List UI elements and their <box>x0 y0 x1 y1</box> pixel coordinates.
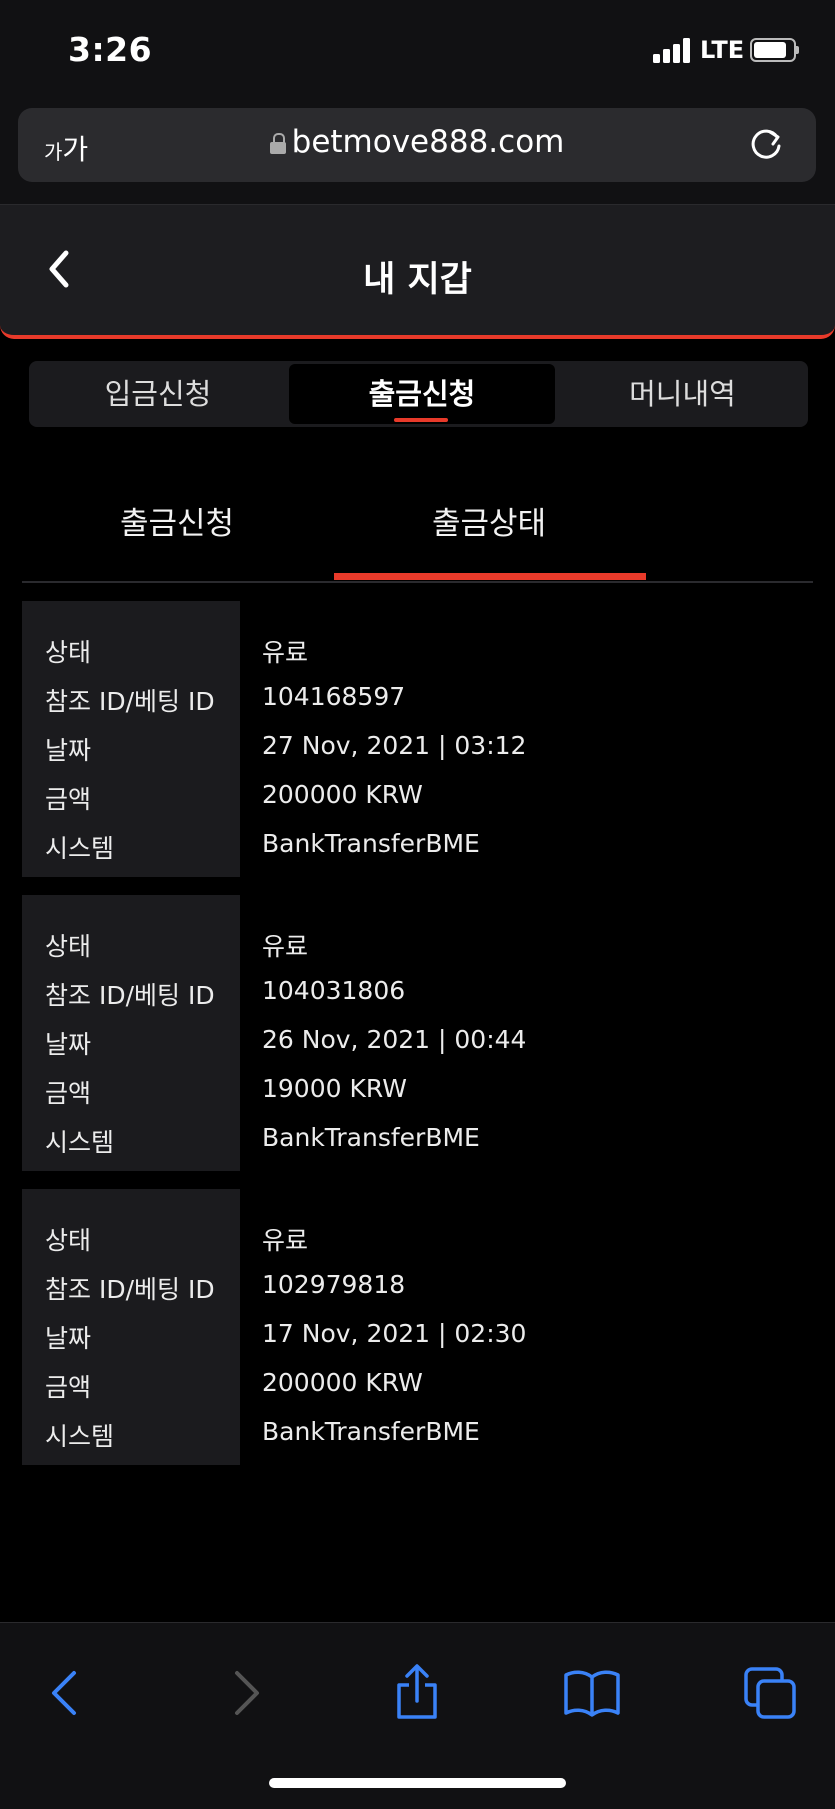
date-label: 날짜 <box>45 1030 92 1059</box>
reload-icon[interactable] <box>746 124 786 164</box>
status-label: 상태 <box>45 638 92 667</box>
status-time: 3:26 <box>68 30 153 69</box>
date-label: 날짜 <box>45 1324 92 1353</box>
ref-id-value: 104031806 <box>262 976 406 1005</box>
page-title: 내 지갑 <box>363 260 472 300</box>
withdrawal-record: 상태 유료 참조 ID/베팅 ID 104031806 날짜 26 Nov, 2… <box>22 895 813 1171</box>
system-value: BankTransferBME <box>262 1417 480 1446</box>
bookmarks-icon[interactable] <box>562 1663 622 1723</box>
ref-id-label: 참조 ID/베팅 ID <box>45 981 215 1010</box>
system-value: BankTransferBME <box>262 829 480 858</box>
subtab-active-indicator <box>334 573 646 580</box>
subtab-withdraw-status[interactable]: 출금상태 <box>432 498 546 543</box>
system-label: 시스템 <box>45 834 115 863</box>
app-header: 내 지갑 <box>0 205 835 339</box>
system-label: 시스템 <box>45 1128 115 1157</box>
amount-value: 200000 KRW <box>262 1368 423 1397</box>
nav-back-icon[interactable] <box>36 1663 96 1723</box>
wallet-tabs: 입금신청 출금신청 머니내역 <box>29 361 808 427</box>
amount-value: 19000 KRW <box>262 1074 407 1103</box>
date-value: 17 Nov, 2021 | 02:30 <box>262 1319 527 1348</box>
ref-id-label: 참조 ID/베팅 ID <box>45 687 215 716</box>
date-value: 27 Nov, 2021 | 03:12 <box>262 731 527 760</box>
url-display[interactable]: betmove888.com <box>18 124 816 160</box>
address-bar[interactable]: 가가 betmove888.com <box>18 108 816 182</box>
network-label: LTE <box>700 36 745 64</box>
date-value: 26 Nov, 2021 | 00:44 <box>262 1025 527 1054</box>
battery-icon <box>750 38 799 62</box>
system-label: 시스템 <box>45 1422 115 1451</box>
ref-id-value: 102979818 <box>262 1270 406 1299</box>
amount-label: 금액 <box>45 1079 92 1108</box>
status-value: 유료 <box>262 1226 309 1255</box>
amount-value: 200000 KRW <box>262 780 423 809</box>
tab-withdraw-request[interactable]: 출금신청 <box>289 364 555 424</box>
ref-id-label: 참조 ID/베팅 ID <box>45 1275 215 1304</box>
withdrawal-record: 상태 유료 참조 ID/베팅 ID 102979818 날짜 17 Nov, 2… <box>22 1189 813 1465</box>
date-label: 날짜 <box>45 736 92 765</box>
active-tab-underline <box>394 418 448 422</box>
home-indicator[interactable] <box>269 1778 566 1788</box>
status-label: 상태 <box>45 932 92 961</box>
signal-icon <box>653 37 693 63</box>
subtab-divider <box>22 581 813 583</box>
withdrawal-record: 상태 유료 참조 ID/베팅 ID 104168597 날짜 27 Nov, 2… <box>22 601 813 877</box>
tab-withdraw-label: 출금신청 <box>368 377 476 411</box>
system-value: BankTransferBME <box>262 1123 480 1152</box>
ref-id-value: 104168597 <box>262 682 406 711</box>
tab-money-history[interactable]: 머니내역 <box>561 364 804 424</box>
status-value: 유료 <box>262 932 309 961</box>
url-text: betmove888.com <box>291 124 565 160</box>
nav-forward-icon[interactable] <box>215 1663 275 1723</box>
lock-icon <box>269 133 286 154</box>
share-icon[interactable] <box>387 1663 447 1723</box>
status-value: 유료 <box>262 638 309 667</box>
tab-deposit-request[interactable]: 입금신청 <box>33 364 283 424</box>
status-label: 상태 <box>45 1226 92 1255</box>
amount-label: 금액 <box>45 1373 92 1402</box>
status-bar: 3:26 LTE <box>0 0 835 100</box>
amount-label: 금액 <box>45 785 92 814</box>
tabs-icon[interactable] <box>740 1663 800 1723</box>
subtab-withdraw-request[interactable]: 출금신청 <box>120 498 234 543</box>
browser-address-area: 가가 betmove888.com <box>0 100 835 205</box>
